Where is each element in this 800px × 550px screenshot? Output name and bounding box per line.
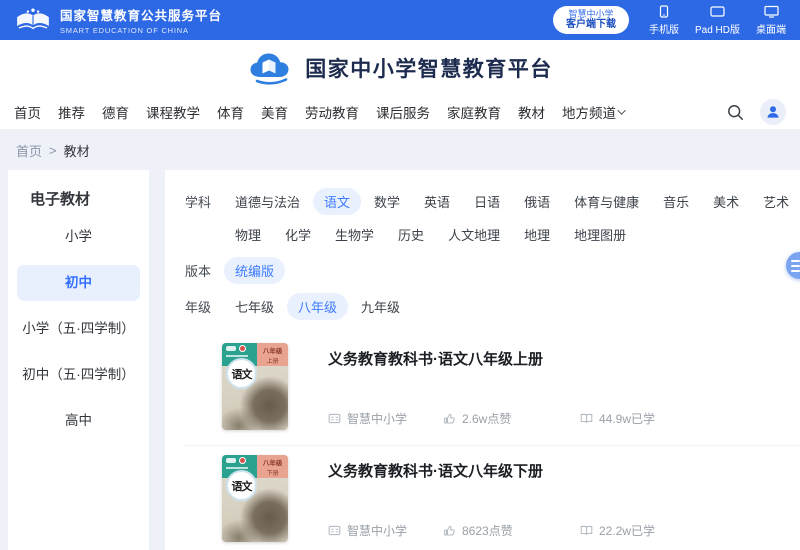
main-nav: 首页 推荐 德育 课程教学 体育 美育 劳动教育 课后服务 家庭教育 教材 地方… xyxy=(0,95,800,130)
book-cover: 八年级 上册 语文 xyxy=(222,343,288,430)
cover-grade-band: 八年级 下册 xyxy=(257,455,288,478)
sidebar-stage-item[interactable]: 初中（五·四学制） xyxy=(17,357,140,393)
subject-option[interactable]: 日语 xyxy=(463,188,511,215)
breadcrumb-current: 教材 xyxy=(64,141,90,160)
nav-item[interactable]: 家庭教育 xyxy=(447,102,501,122)
book-learned: 44.9w已学 xyxy=(599,410,655,427)
subject-option[interactable]: 艺术 xyxy=(752,188,800,215)
thumbs-up-icon xyxy=(443,412,456,425)
phone-icon xyxy=(658,5,670,18)
subject-option[interactable]: 体育与健康 xyxy=(563,188,650,215)
sidebar-stage-item[interactable]: 小学（五·四学制） xyxy=(17,311,140,347)
subject-option[interactable]: 俄语 xyxy=(513,188,561,215)
nav-item[interactable]: 首页 xyxy=(14,102,41,122)
book-likes: 2.6w点赞 xyxy=(462,410,511,427)
filter-row-edition: 版本 统编版 xyxy=(185,257,800,284)
book-title[interactable]: 义务教育教科书·语文八年级上册 xyxy=(328,348,800,369)
breadcrumb: 首页 > 教材 xyxy=(0,130,800,170)
nav-item[interactable]: 推荐 xyxy=(58,102,85,122)
source-card-icon xyxy=(328,524,341,537)
subject-option[interactable]: 化学 xyxy=(274,221,322,248)
nav-item[interactable]: 课后服务 xyxy=(376,102,430,122)
open-book-icon xyxy=(580,524,593,537)
filter-label-edition: 版本 xyxy=(185,257,215,284)
book-list: 八年级 上册 语文 义务教育教科书·语文八年级上册 智慧中小学 xyxy=(185,334,800,550)
platform-name-en: SMART EDUCATION OF CHINA xyxy=(60,26,222,35)
book-source: 智慧中小学 xyxy=(347,410,407,427)
client-download-button[interactable]: 智慧中小学 客户端下载 xyxy=(553,6,629,34)
filter-label-grade: 年级 xyxy=(185,293,215,320)
user-avatar[interactable] xyxy=(760,99,786,125)
nav-item[interactable]: 德育 xyxy=(102,102,129,122)
subject-option[interactable]: 道德与法治 xyxy=(224,188,311,215)
cover-subject-seal: 语文 xyxy=(226,358,257,389)
subject-option[interactable]: 人文地理 xyxy=(437,221,511,248)
main-panel: 学科 道德与法治语文数学英语日语俄语体育与健康音乐美术艺术科学 物理化学生物学历… xyxy=(165,170,800,550)
tablet-icon xyxy=(710,5,725,18)
open-book-logo-icon xyxy=(14,6,52,34)
nav-item[interactable]: 教材 xyxy=(518,102,545,122)
site-title: 国家中小学智慧教育平台 xyxy=(305,53,553,83)
subject-option[interactable]: 语文 xyxy=(313,188,361,215)
subject-option[interactable]: 数学 xyxy=(363,188,411,215)
subject-option[interactable]: 历史 xyxy=(387,221,435,248)
sidebar-stage-item[interactable]: 初中 xyxy=(17,265,140,301)
book-learned: 22.2w已学 xyxy=(599,522,655,539)
grade-option[interactable]: 七年级 xyxy=(224,293,285,320)
nav-item[interactable]: 劳动教育 xyxy=(305,102,359,122)
person-icon xyxy=(765,104,781,120)
nav-item[interactable]: 课程教学 xyxy=(146,102,200,122)
device-mobile-link[interactable]: 手机版 xyxy=(649,5,679,36)
site-header: 国家中小学智慧教育平台 xyxy=(0,40,800,95)
search-icon[interactable] xyxy=(727,104,744,121)
book-meta: 智慧中小学 2.6w点赞 44.9w已学 xyxy=(328,410,800,427)
book-item[interactable]: 八年级 下册 语文 义务教育教科书·语文八年级下册 智慧中小学 xyxy=(185,446,800,550)
book-likes: 8623点赞 xyxy=(462,522,513,539)
platform-brand: 国家智慧教育公共服务平台 SMART EDUCATION OF CHINA xyxy=(14,5,222,35)
cloud-book-logo-icon xyxy=(247,50,295,86)
subject-option[interactable]: 物理 xyxy=(224,221,272,248)
subject-option[interactable]: 英语 xyxy=(413,188,461,215)
thumbs-up-icon xyxy=(443,524,456,537)
filter-label-subject: 学科 xyxy=(185,188,215,248)
filter-row-grade: 年级 七年级八年级九年级 xyxy=(185,293,800,320)
book-item[interactable]: 八年级 上册 语文 义务教育教科书·语文八年级上册 智慧中小学 xyxy=(185,334,800,446)
nav-item[interactable]: 美育 xyxy=(261,102,288,122)
source-card-icon xyxy=(328,412,341,425)
desktop-icon xyxy=(764,5,779,18)
sidebar-stage-item[interactable]: 小学 xyxy=(17,219,140,255)
grade-option[interactable]: 九年级 xyxy=(350,293,411,320)
cover-grade-band: 八年级 上册 xyxy=(257,343,288,366)
filter-row-subject: 学科 道德与法治语文数学英语日语俄语体育与健康音乐美术艺术科学 物理化学生物学历… xyxy=(185,188,800,248)
book-cover: 八年级 下册 语文 xyxy=(222,455,288,542)
nav-item[interactable]: 体育 xyxy=(217,102,244,122)
subject-option[interactable]: 地理图册 xyxy=(563,221,637,248)
open-book-icon xyxy=(580,412,593,425)
chevron-down-icon xyxy=(617,106,625,114)
grade-option[interactable]: 八年级 xyxy=(287,293,348,320)
book-title[interactable]: 义务教育教科书·语文八年级下册 xyxy=(328,460,800,481)
breadcrumb-home[interactable]: 首页 xyxy=(16,141,42,160)
subject-option[interactable]: 地理 xyxy=(513,221,561,248)
top-bar: 国家智慧教育公共服务平台 SMART EDUCATION OF CHINA 智慧… xyxy=(0,0,800,40)
edition-option[interactable]: 统编版 xyxy=(224,257,285,284)
book-meta: 智慧中小学 8623点赞 22.2w已学 xyxy=(328,522,800,539)
device-desktop-link[interactable]: 桌面端 xyxy=(756,5,786,36)
subject-option[interactable]: 美术 xyxy=(702,188,750,215)
device-pad-link[interactable]: Pad HD版 xyxy=(695,5,740,36)
sidebar: 电子教材 小学 初中 小学（五·四学制） 初中（五·四学制） 高中 xyxy=(8,170,149,550)
subject-option[interactable]: 音乐 xyxy=(652,188,700,215)
sidebar-stage-item[interactable]: 高中 xyxy=(17,403,140,439)
book-source: 智慧中小学 xyxy=(347,522,407,539)
nav-item[interactable]: 地方频道 xyxy=(562,102,626,122)
sidebar-title: 电子教材 xyxy=(8,188,149,209)
platform-name: 国家智慧教育公共服务平台 xyxy=(60,5,222,24)
menu-lines-icon xyxy=(791,260,800,262)
cover-subject-seal: 语文 xyxy=(226,470,257,501)
breadcrumb-separator: > xyxy=(49,143,57,158)
subject-option[interactable]: 生物学 xyxy=(324,221,385,248)
